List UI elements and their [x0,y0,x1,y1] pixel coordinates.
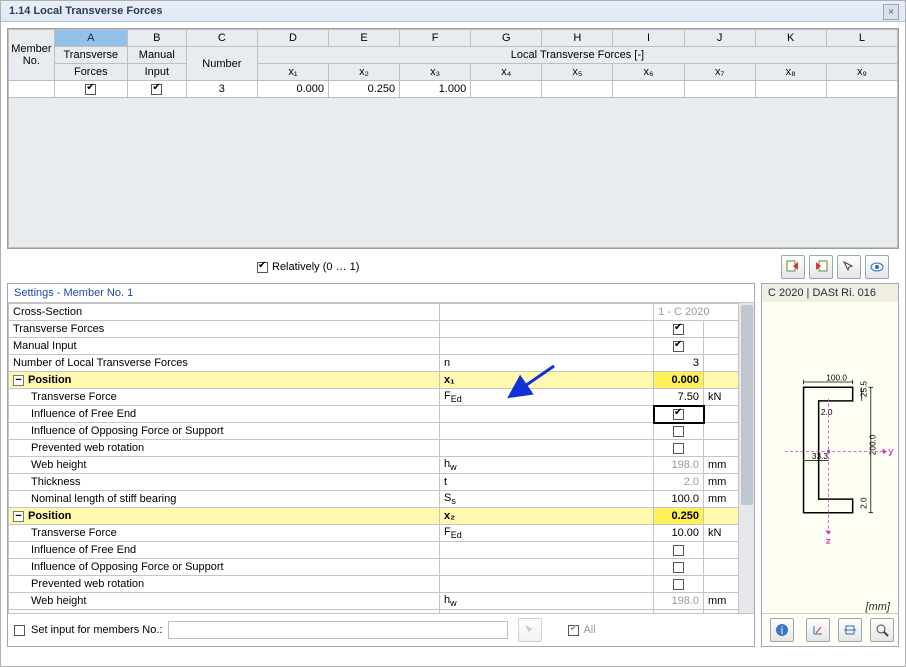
property-row[interactable]: Transverse Forces [9,321,754,338]
checkbox-icon [673,341,684,352]
unit-label: [mm] [762,601,898,613]
svg-text:2.0: 2.0 [821,407,833,417]
checkbox-icon [568,625,579,636]
grid-corner: MemberNo. [9,30,55,81]
property-row[interactable]: Thicknesst2.0mm [9,610,754,614]
property-row[interactable]: Transverse ForceFEd7.50kN [9,389,754,406]
all-checkbox[interactable]: All [568,624,595,636]
checkbox-icon [673,562,684,573]
section-preview: C 2020 | DASt Ri. 016 100.0 25.5 2.0 200… [761,283,899,647]
info-button[interactable]: i [770,618,794,642]
svg-text:y: y [889,446,894,456]
property-row[interactable]: Influence of Opposing Force or Support [9,559,754,576]
property-row[interactable]: Transverse ForceFEd10.00kN [9,525,754,542]
property-row[interactable]: Web heighthw198.0mm [9,593,754,610]
svg-text:33.3: 33.3 [812,451,829,461]
property-row[interactable]: Nominal length of stiff bearingSs100.0mm [9,491,754,508]
import-button[interactable] [781,255,805,279]
dims-button[interactable] [838,618,862,642]
property-row[interactable]: −Positionx₂0.250 [9,508,754,525]
pick-button[interactable] [837,255,861,279]
svg-text:200.0: 200.0 [867,434,877,455]
property-table[interactable]: Cross-Section1 - C 2020Transverse Forces… [8,303,754,613]
checkbox-icon [673,545,684,556]
property-row[interactable]: Thicknesst2.0mm [9,474,754,491]
export-button[interactable] [809,255,833,279]
property-row[interactable]: Influence of Free End [9,542,754,559]
property-row[interactable]: Web heighthw198.0mm [9,457,754,474]
zoom-button[interactable] [870,618,894,642]
property-row[interactable]: Prevented web rotation [9,576,754,593]
checkbox-icon [673,579,684,590]
members-input[interactable] [168,621,508,639]
property-row[interactable]: −Positionx₁0.000 [9,372,754,389]
settings-panel: Settings - Member No. 1 Cross-Section1 -… [7,283,755,647]
checkbox-icon [673,409,684,420]
property-row[interactable]: Prevented web rotation [9,440,754,457]
svg-text:i: i [781,625,783,637]
apply-button [518,618,542,642]
checkbox-icon [673,324,684,335]
forces-grid[interactable]: MemberNo. A B C D E F G H I J K L Transv… [7,28,899,249]
view-button[interactable] [865,255,889,279]
checkbox-icon [257,262,268,273]
close-icon[interactable]: × [883,4,899,20]
set-input-checkbox[interactable] [14,625,25,636]
property-row[interactable]: Influence of Free End [9,406,754,423]
table-row[interactable]: 1 3 0.000 0.250 1.000 [9,81,898,98]
checkbox-icon [151,84,162,95]
checkbox-icon [85,84,96,95]
preview-title: C 2020 | DASt Ri. 016 [762,284,898,302]
scrollbar[interactable] [738,303,754,613]
svg-text:100.0: 100.0 [826,372,847,382]
svg-text:2.0: 2.0 [858,497,868,509]
relatively-checkbox[interactable]: Relatively (0 … 1) [257,261,359,273]
axes-button[interactable] [806,618,830,642]
checkbox-icon [673,426,684,437]
checkbox-icon [673,443,684,454]
svg-text:25.5: 25.5 [858,381,868,398]
property-row[interactable]: Influence of Opposing Force or Support [9,423,754,440]
window-title: 1.14 Local Transverse Forces [9,5,162,17]
property-row[interactable]: Cross-Section1 - C 2020 [9,304,754,321]
property-row[interactable]: Manual Input [9,338,754,355]
settings-title: Settings - Member No. 1 [8,284,754,302]
property-row[interactable]: Number of Local Transverse Forcesn3 [9,355,754,372]
set-input-label: Set input for members No.: [31,624,162,636]
grid-col-A[interactable]: A [54,30,127,47]
window-titlebar: 1.14 Local Transverse Forces [1,1,905,22]
svg-text:z: z [826,536,830,546]
